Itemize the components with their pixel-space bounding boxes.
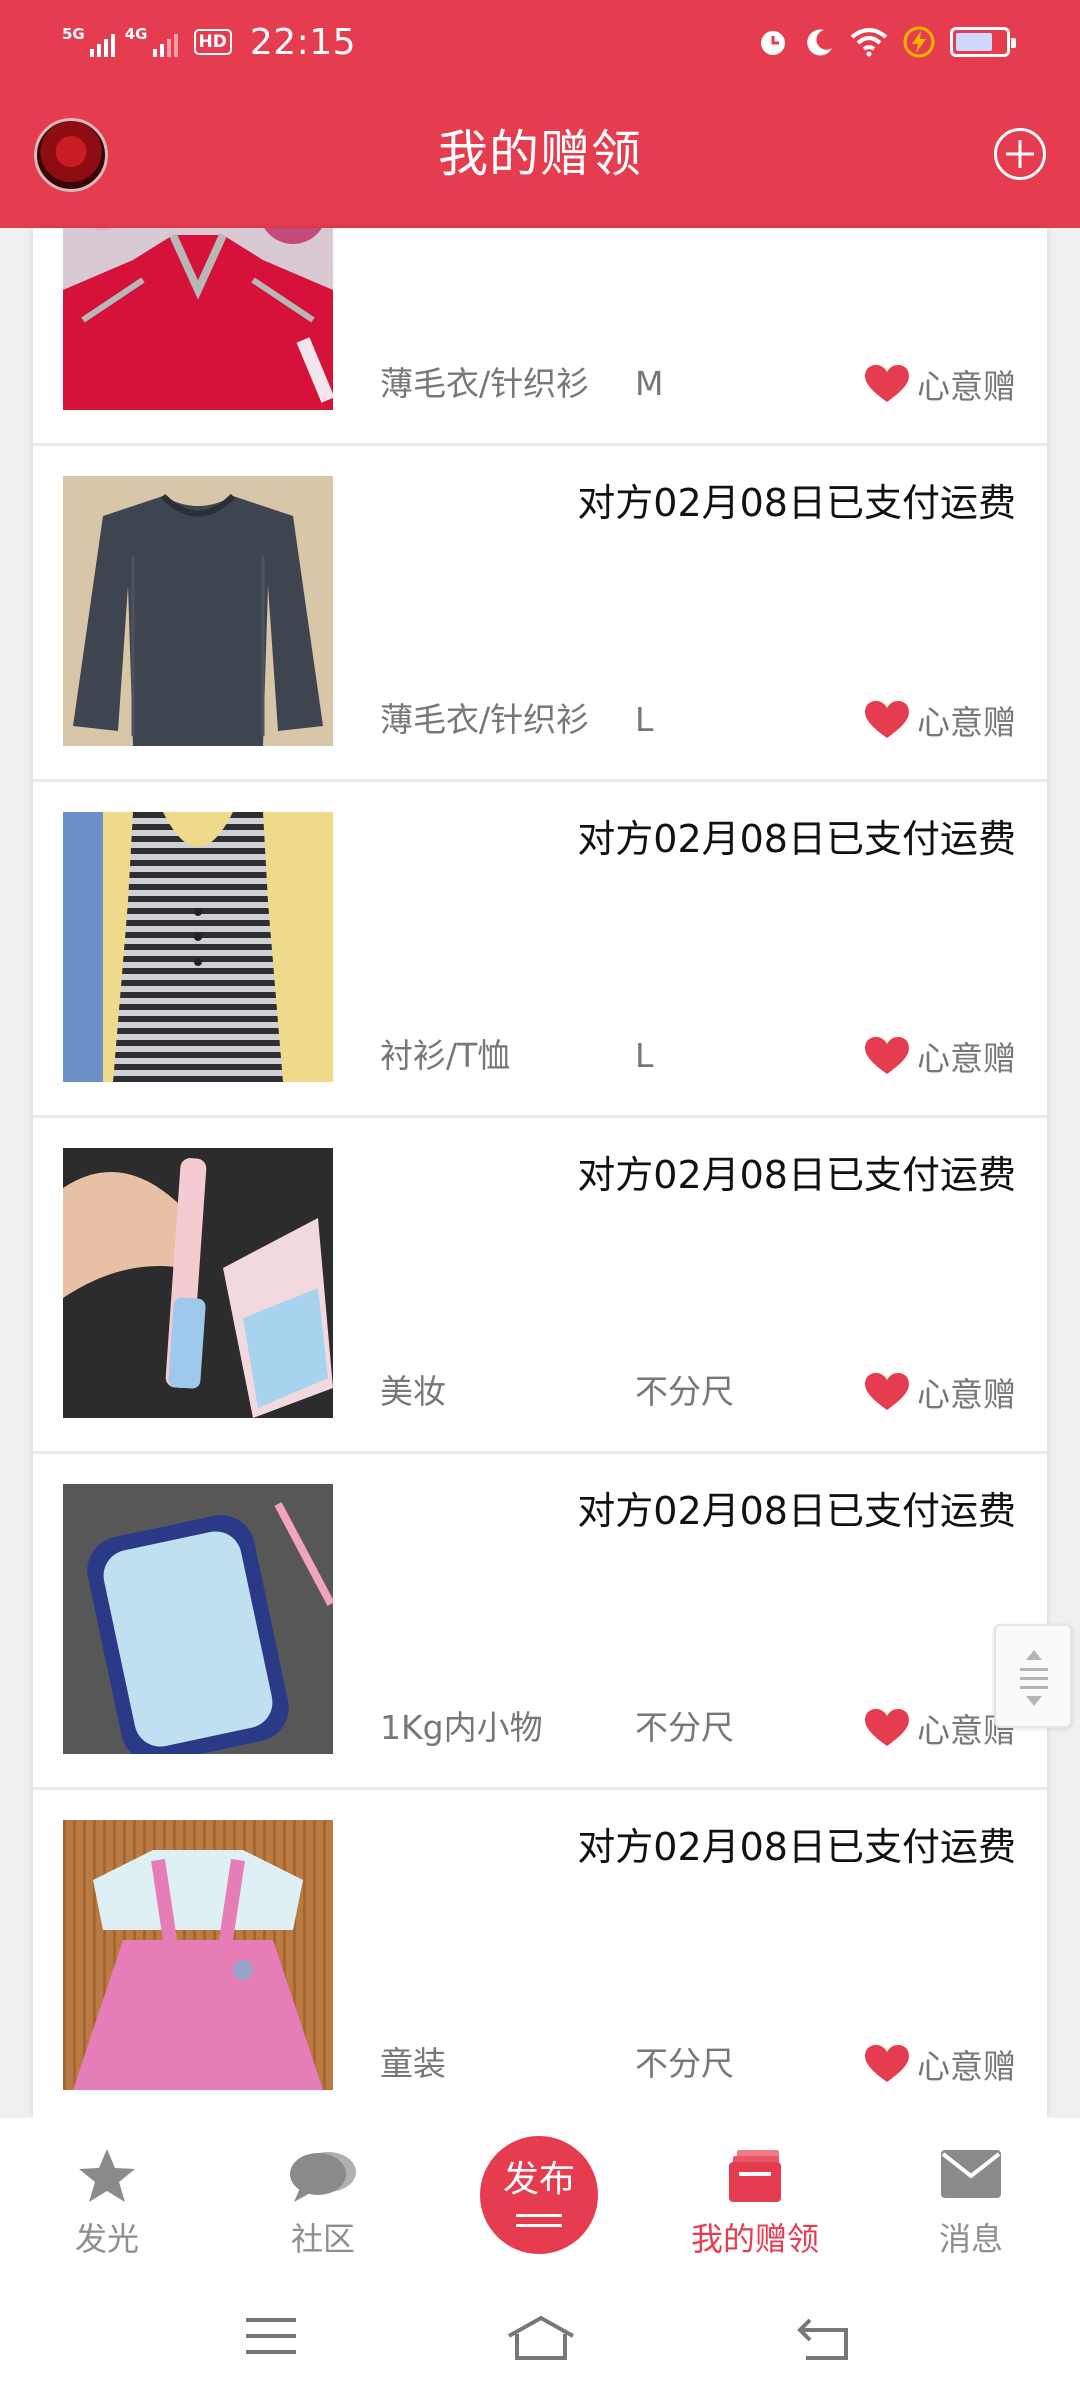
- item-image-mascara: [63, 1148, 333, 1418]
- item-size: 不分尺: [635, 1708, 734, 1747]
- tab-label: 我的赠领: [690, 2220, 819, 2258]
- item-category: 童装: [380, 2044, 446, 2083]
- item-image-phone-case: [63, 1484, 333, 1754]
- scroll-lines-icon: [1020, 1650, 1048, 1706]
- tab-my-gifts[interactable]: 我的赠领: [665, 2118, 845, 2284]
- item-size: L: [635, 1036, 654, 1075]
- publish-button[interactable]: 发布: [480, 2136, 598, 2254]
- gift-badge: 心意赠: [863, 2042, 1016, 2086]
- list-item[interactable]: 对方02月08日已支付运费 童装 不分尺 心意赠: [33, 1790, 1047, 2118]
- item-category: 衬衫/T恤: [380, 1036, 511, 1075]
- tab-label: 消息: [938, 2220, 1003, 2258]
- status-bar-right: [756, 18, 1016, 66]
- item-status: 对方02月08日已支付运费: [577, 1825, 1016, 1869]
- chat-bubbles-icon: [290, 2152, 356, 2202]
- bottom-tab-bar: 发光 社区 发布 我的赠领 消息: [0, 2118, 1080, 2284]
- tab-label: 发光: [74, 2220, 139, 2258]
- heart-icon: [865, 365, 909, 402]
- item-status: 对方02月08日已支付运费: [577, 1489, 1016, 1533]
- item-status: 对方02月08日已支付运费: [577, 481, 1016, 525]
- gift-badge: 心意赠: [863, 362, 1016, 406]
- list-item[interactable]: 对方02月08日已支付运费 1Kg内小物 不分尺 心意赠: [33, 1454, 1047, 1790]
- plus-circle-icon[interactable]: [994, 128, 1046, 180]
- item-image-red-sweater: [63, 228, 333, 410]
- tab-messages[interactable]: 消息: [881, 2118, 1061, 2284]
- top-app-bar: 5G 4G HD 22:15 我的赠领: [0, 0, 1080, 228]
- gift-badge: 心意赠: [863, 1370, 1016, 1414]
- home-icon[interactable]: [505, 2314, 577, 2362]
- alarm-icon: [761, 31, 785, 55]
- hd-voice-icon: HD: [193, 29, 232, 55]
- status-bar-left: 5G 4G HD 22:15: [62, 18, 356, 66]
- signal-4g-icon: 4G: [125, 27, 178, 57]
- system-nav-bar: [0, 2284, 1080, 2400]
- gift-label: 心意赠: [917, 703, 1016, 742]
- menu-icon[interactable]: [244, 2314, 298, 2358]
- tab-label: 社区: [290, 2220, 355, 2258]
- moon-icon: [807, 29, 832, 56]
- publish-label: 发布: [502, 2159, 575, 2200]
- item-status: 对方02月08日已支付运费: [577, 817, 1016, 861]
- heart-icon: [865, 2045, 909, 2082]
- battery-icon: [950, 27, 1016, 57]
- item-size: M: [635, 364, 664, 403]
- item-status: 对方02月08日已支付运费: [577, 1153, 1016, 1197]
- item-category: 薄毛衣/针织衫: [380, 700, 590, 739]
- signal-5g-icon: 5G: [62, 27, 115, 57]
- item-size: 不分尺: [635, 1372, 734, 1411]
- list-item[interactable]: 对方02月08日已支付运费 美妆 不分尺 心意赠: [33, 1118, 1047, 1454]
- item-category: 薄毛衣/针织衫: [380, 364, 590, 403]
- title-bar: 我的赠领: [0, 84, 1080, 228]
- heart-icon: [865, 1373, 909, 1410]
- tab-community[interactable]: 社区: [233, 2118, 413, 2284]
- list-item[interactable]: 薄毛衣/针织衫 M 心意赠: [33, 228, 1047, 446]
- network-type-label: 5G: [62, 25, 85, 43]
- gift-badge: 心意赠: [863, 1034, 1016, 1078]
- item-size: L: [635, 700, 654, 739]
- heart-icon: [865, 701, 909, 738]
- mail-icon: [941, 2150, 1001, 2198]
- network-type-label-2: 4G: [124, 25, 148, 43]
- gift-box-icon: [729, 2150, 781, 2202]
- charging-icon: [903, 26, 935, 58]
- tab-glow[interactable]: 发光: [17, 2118, 197, 2284]
- item-size: 不分尺: [635, 2044, 734, 2083]
- list-item[interactable]: 对方02月08日已支付运费 衬衫/T恤 L 心意赠: [33, 782, 1047, 1118]
- wifi-icon: [850, 28, 888, 57]
- heart-icon: [865, 1709, 909, 1746]
- gift-label: 心意赠: [917, 2047, 1016, 2086]
- gift-list[interactable]: 薄毛衣/针织衫 M 心意赠 对方02月08日已支付运费 薄毛衣/针织衫 L 心意…: [33, 228, 1047, 2118]
- item-category: 美妆: [380, 1372, 446, 1411]
- gift-badge: 心意赠: [863, 698, 1016, 742]
- gift-label: 心意赠: [917, 1375, 1016, 1414]
- item-category: 1Kg内小物: [380, 1708, 543, 1747]
- item-image-gray-sweater: [63, 476, 333, 746]
- back-icon[interactable]: [796, 2314, 852, 2362]
- page-title: 我的赠领: [438, 125, 642, 183]
- gift-label: 心意赠: [917, 1039, 1016, 1078]
- publish-line: [516, 2214, 562, 2217]
- status-bar: 5G 4G HD 22:15: [0, 0, 1080, 84]
- heart-icon: [865, 1037, 909, 1074]
- fast-scroll-handle[interactable]: [994, 1624, 1072, 1728]
- item-image-striped-tank: [63, 812, 333, 1082]
- status-time: 22:15: [249, 21, 357, 63]
- list-item[interactable]: 对方02月08日已支付运费 薄毛衣/针织衫 L 心意赠: [33, 446, 1047, 782]
- publish-line: [516, 2224, 562, 2227]
- star-icon: [79, 2149, 135, 2202]
- gift-label: 心意赠: [917, 367, 1016, 406]
- battery-level: [956, 33, 992, 51]
- item-image-pink-dress: [63, 1820, 333, 2090]
